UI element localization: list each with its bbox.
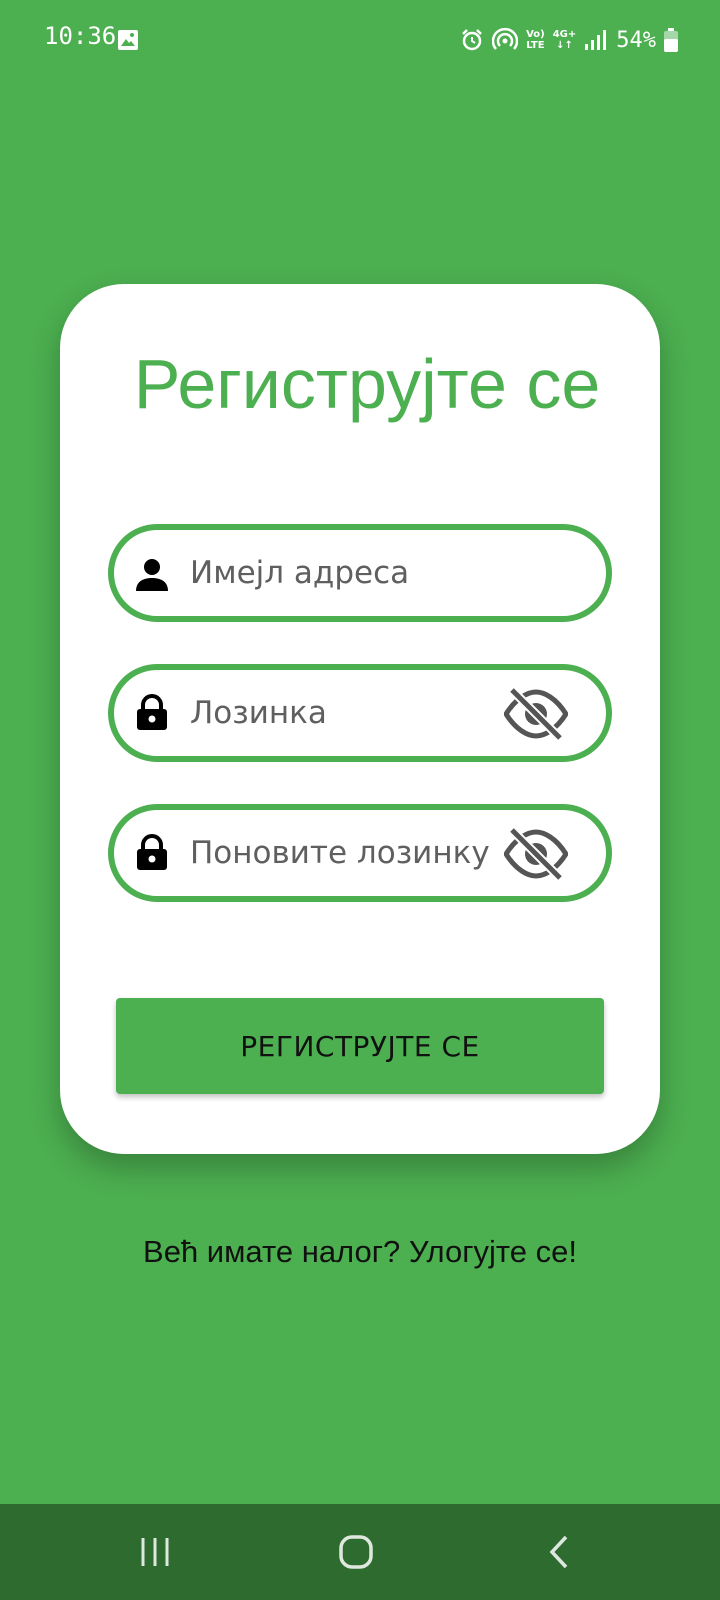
page-title: Региструјте се bbox=[133, 345, 601, 423]
battery-icon bbox=[664, 28, 678, 52]
volte-label: Vo) bbox=[526, 29, 545, 40]
confirm-password-placeholder: Поновите лозинку bbox=[190, 835, 490, 871]
password-placeholder: Лозинка bbox=[190, 695, 327, 731]
battery-percentage: 54% bbox=[616, 27, 656, 53]
login-link[interactable]: Већ имате налог? Улогујте се! bbox=[0, 1234, 720, 1270]
home-icon[interactable] bbox=[336, 1532, 376, 1572]
signal-icon bbox=[585, 30, 607, 50]
visibility-off-icon[interactable] bbox=[504, 826, 568, 882]
confirm-password-field[interactable]: Поновите лозинку bbox=[108, 804, 612, 902]
network-type-label: 4G+ bbox=[552, 29, 577, 40]
back-icon[interactable] bbox=[540, 1532, 580, 1572]
email-placeholder: Имејл адреса bbox=[190, 555, 410, 591]
status-time: 10:36 bbox=[44, 22, 117, 50]
status-bar: 10:36 Vo) LTE 4G+ ↓↑ 54% bbox=[0, 0, 720, 80]
visibility-off-icon[interactable] bbox=[504, 686, 568, 742]
password-field[interactable]: Лозинка bbox=[108, 664, 612, 762]
volte-indicator: Vo) LTE bbox=[526, 29, 545, 51]
lte-label: LTE bbox=[526, 40, 545, 51]
lock-icon bbox=[137, 834, 167, 870]
alarm-icon bbox=[462, 29, 482, 51]
recent-apps-icon[interactable] bbox=[135, 1532, 175, 1572]
register-button[interactable]: РЕГИСТРУЈТЕ СЕ bbox=[116, 998, 604, 1094]
gallery-icon bbox=[118, 30, 138, 50]
data-activity-label: ↓↑ bbox=[556, 40, 573, 51]
status-icons: Vo) LTE 4G+ ↓↑ 54% bbox=[460, 24, 678, 56]
registration-screen: 10:36 Vo) LTE 4G+ ↓↑ 54% Региструјте се … bbox=[0, 0, 720, 1600]
navigation-bar bbox=[0, 1504, 720, 1600]
person-icon bbox=[136, 559, 168, 591]
email-field[interactable]: Имејл адреса bbox=[108, 524, 612, 622]
registration-card: Региструјте се Имејл адреса Лозинка Поно… bbox=[60, 284, 660, 1154]
hotspot-icon bbox=[492, 27, 519, 50]
lock-icon bbox=[137, 694, 167, 730]
network-type-indicator: 4G+ ↓↑ bbox=[553, 29, 577, 51]
